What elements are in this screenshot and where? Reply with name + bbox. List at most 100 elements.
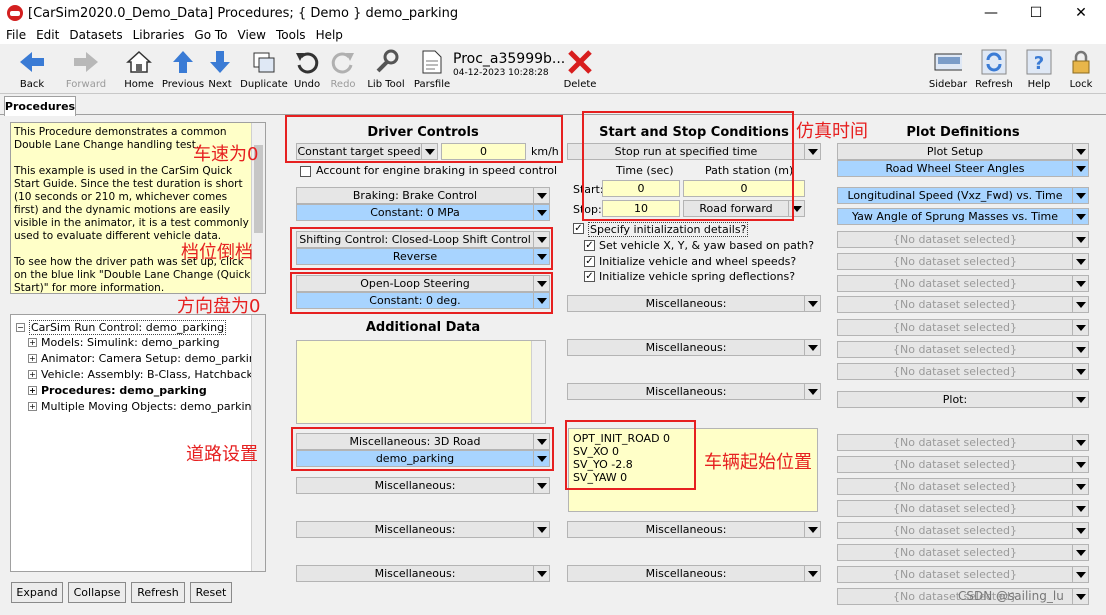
- sidebar-icon: [934, 47, 962, 77]
- textarea-scrollbar[interactable]: [531, 341, 545, 423]
- plot-empty-12[interactable]: {No dataset selected}: [837, 522, 1089, 539]
- next-button[interactable]: Next: [205, 47, 235, 93]
- plot-empty-2[interactable]: {No dataset selected}: [837, 253, 1089, 270]
- plot-empty-3[interactable]: {No dataset selected}: [837, 275, 1089, 292]
- home-button[interactable]: Home: [122, 47, 156, 93]
- plot-empty-10[interactable]: {No dataset selected}: [837, 478, 1089, 495]
- tab-procedures[interactable]: Procedures: [4, 96, 76, 116]
- parsfile-button[interactable]: Parsfile: [414, 47, 450, 93]
- expand-button[interactable]: Expand: [11, 582, 63, 603]
- plot-empty-8[interactable]: {No dataset selected}: [837, 434, 1089, 451]
- minimize-button[interactable]: —: [968, 0, 1014, 26]
- init-springs-checkbox[interactable]: ✓: [584, 271, 595, 282]
- help-button[interactable]: ? Help: [1022, 47, 1056, 93]
- additional-data-textarea[interactable]: [296, 340, 546, 424]
- braking-dropdown[interactable]: Braking: Brake Control: [296, 187, 550, 204]
- plot-empty-5[interactable]: {No dataset selected}: [837, 319, 1089, 336]
- forward-button[interactable]: Forward: [62, 47, 110, 93]
- driver-misc-dropdown-2[interactable]: Miscellaneous:: [296, 521, 550, 538]
- plot-dropdown-2[interactable]: Yaw Angle of Sprung Masses vs. Time: [837, 208, 1089, 225]
- start-misc-dropdown-5[interactable]: Miscellaneous:: [567, 565, 821, 582]
- menu-libraries[interactable]: Libraries: [133, 28, 185, 42]
- duplicate-button[interactable]: Duplicate: [240, 47, 288, 93]
- speed-input[interactable]: 0: [441, 143, 526, 160]
- init-wheels-checkbox[interactable]: ✓: [584, 256, 595, 267]
- collapse-icon[interactable]: −: [16, 323, 25, 332]
- plot-empty-14[interactable]: {No dataset selected}: [837, 566, 1089, 583]
- plot-label-dropdown[interactable]: Plot:: [837, 391, 1089, 408]
- plot-dropdown-1[interactable]: Longitudinal Speed (Vxz_Fwd) vs. Time: [837, 187, 1089, 204]
- expand-icon[interactable]: +: [28, 354, 37, 363]
- dataset-name: Proc_a35999b...: [453, 51, 566, 67]
- plot-empty-13[interactable]: {No dataset selected}: [837, 544, 1089, 561]
- stop-time-input[interactable]: 10: [602, 200, 680, 217]
- undo-button[interactable]: Undo: [292, 47, 322, 93]
- engine-braking-checkbox[interactable]: [300, 166, 311, 177]
- reset-button[interactable]: Reset: [190, 582, 232, 603]
- road-dropdown[interactable]: Miscellaneous: 3D Road: [296, 433, 550, 450]
- set-xy-checkbox[interactable]: ✓: [584, 240, 595, 251]
- chevron-down-icon: [804, 144, 820, 159]
- annotation-steer: 方向盘为0: [177, 296, 261, 317]
- expand-icon[interactable]: +: [28, 386, 37, 395]
- tree-item-models[interactable]: + Models: Simulink: demo_parking: [28, 336, 220, 349]
- init-wheels-label: Initialize vehicle and wheel speeds?: [599, 255, 797, 268]
- menu-go-to[interactable]: Go To: [194, 28, 227, 42]
- expand-icon[interactable]: +: [28, 338, 37, 347]
- start-station-input[interactable]: 0: [683, 180, 805, 197]
- plot-empty-6[interactable]: {No dataset selected}: [837, 341, 1089, 358]
- shifting-value-dropdown[interactable]: Reverse: [296, 248, 550, 265]
- maximize-button[interactable]: ☐: [1013, 0, 1059, 26]
- plot-empty-7[interactable]: {No dataset selected}: [837, 363, 1089, 380]
- road-value-dropdown[interactable]: demo_parking: [296, 450, 550, 467]
- driver-misc-dropdown-1[interactable]: Miscellaneous:: [296, 477, 550, 494]
- previous-button[interactable]: Previous: [162, 47, 204, 93]
- start-time-input[interactable]: 0: [602, 180, 680, 197]
- steering-value-dropdown[interactable]: Constant: 0 deg.: [296, 292, 550, 309]
- tree-item-moving-objects[interactable]: + Multiple Moving Objects: demo_parking: [28, 400, 259, 413]
- stop-mode-dropdown[interactable]: Stop run at specified time: [567, 143, 821, 160]
- plot-empty-4[interactable]: {No dataset selected}: [837, 296, 1089, 313]
- plot-empty-9[interactable]: {No dataset selected}: [837, 456, 1089, 473]
- steering-dropdown[interactable]: Open-Loop Steering: [296, 275, 550, 292]
- tree-item-vehicle[interactable]: + Vehicle: Assembly: B-Class, Hatchback: [28, 368, 253, 381]
- tree-root[interactable]: − CarSim Run Control: demo_parking: [16, 320, 227, 335]
- annotation-road: 道路设置: [186, 444, 258, 465]
- start-misc-dropdown-3[interactable]: Miscellaneous:: [567, 383, 821, 400]
- close-button[interactable]: ✕: [1058, 0, 1104, 26]
- expand-icon[interactable]: +: [28, 370, 37, 379]
- chevron-down-icon: [1072, 435, 1088, 450]
- tree-refresh-button[interactable]: Refresh: [131, 582, 185, 603]
- stop-direction-dropdown[interactable]: Road forward: [683, 200, 805, 217]
- menu-tools[interactable]: Tools: [276, 28, 306, 42]
- lib-tool-button[interactable]: Lib Tool: [366, 47, 406, 93]
- start-misc-dropdown-1[interactable]: Miscellaneous:: [567, 295, 821, 312]
- tree-item-animator[interactable]: + Animator: Camera Setup: demo_parking: [28, 352, 263, 365]
- braking-value-dropdown[interactable]: Constant: 0 MPa: [296, 204, 550, 221]
- tree-item-procedures[interactable]: + Procedures: demo_parking: [28, 384, 207, 397]
- refresh-button[interactable]: Refresh: [975, 47, 1013, 93]
- redo-button[interactable]: Redo: [328, 47, 358, 93]
- menu-edit[interactable]: Edit: [36, 28, 59, 42]
- lock-button[interactable]: Lock: [1064, 47, 1098, 93]
- start-misc-dropdown-2[interactable]: Miscellaneous:: [567, 339, 821, 356]
- sidebar-button[interactable]: Sidebar: [928, 47, 968, 93]
- back-button[interactable]: Back: [10, 47, 54, 93]
- speed-mode-dropdown[interactable]: Constant target speed: [296, 143, 438, 160]
- plot-setup-value-dropdown[interactable]: Road Wheel Steer Angles: [837, 160, 1089, 177]
- specify-init-checkbox[interactable]: ✓: [573, 223, 584, 234]
- driver-misc-dropdown-3[interactable]: Miscellaneous:: [296, 565, 550, 582]
- plot-empty-1[interactable]: {No dataset selected}: [837, 231, 1089, 248]
- delete-button[interactable]: Delete: [563, 47, 597, 93]
- expand-icon[interactable]: +: [28, 402, 37, 411]
- shifting-dropdown[interactable]: Shifting Control: Closed-Loop Shift Cont…: [296, 231, 550, 248]
- start-misc-dropdown-4[interactable]: Miscellaneous:: [567, 521, 821, 538]
- menu-datasets[interactable]: Datasets: [69, 28, 122, 42]
- plot-setup-dropdown[interactable]: Plot Setup: [837, 143, 1089, 160]
- chevron-down-icon: [1072, 567, 1088, 582]
- menu-help[interactable]: Help: [316, 28, 343, 42]
- menu-file[interactable]: File: [6, 28, 26, 42]
- menu-view[interactable]: View: [238, 28, 266, 42]
- collapse-button[interactable]: Collapse: [68, 582, 126, 603]
- plot-empty-11[interactable]: {No dataset selected}: [837, 500, 1089, 517]
